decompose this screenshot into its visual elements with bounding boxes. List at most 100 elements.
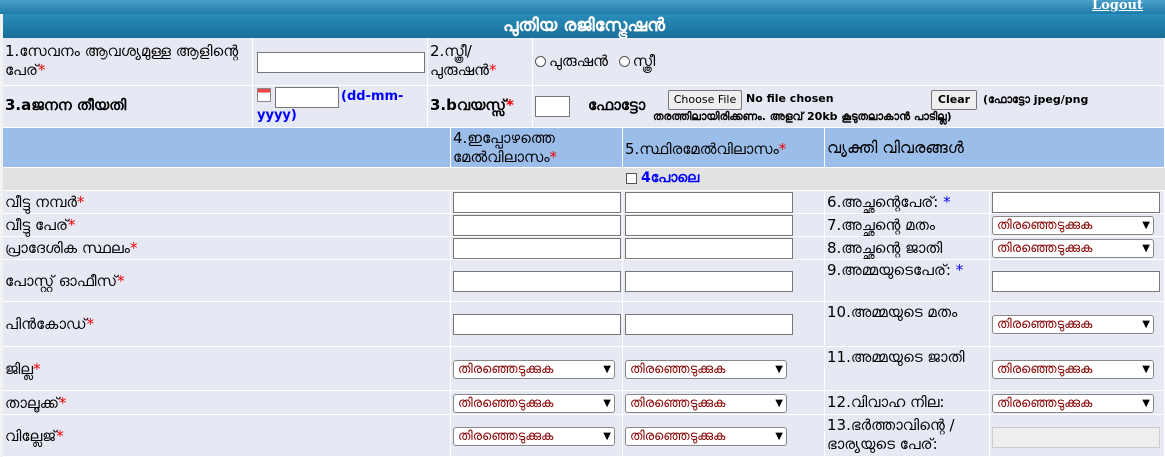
present-address-input[interactable] [453, 192, 621, 213]
select-placeholder: തിരഞ്ഞെടുക്കുക [630, 362, 726, 377]
permanent-address-select[interactable]: തിരഞ്ഞെടുക്കുക ▼ [625, 394, 787, 413]
logout-link[interactable]: Logout [1092, 0, 1143, 13]
personal-select[interactable]: തിരഞ്ഞെടുക്കുക ▼ [992, 394, 1154, 413]
address-row: വീട്ടു പേര്* 7.അച്ഛന്റെ മതം തിരഞ്ഞെടുക്ക… [3, 214, 1165, 237]
personal-label-cell: 7.അച്ഛന്റെ മതം [825, 214, 990, 237]
permanent-address-input[interactable] [625, 271, 793, 292]
personal-input[interactable] [992, 192, 1160, 213]
present-address-cell: തിരഞ്ഞെടുക്കുക ▼ [451, 415, 623, 457]
spouse-name-input [992, 427, 1160, 448]
personal-input[interactable] [992, 271, 1160, 292]
applicant-name-input[interactable] [257, 52, 425, 73]
personal-select[interactable]: തിരഞ്ഞെടുക്കുക ▼ [992, 360, 1154, 379]
chevron-down-icon: ▼ [1142, 243, 1150, 254]
personal-select[interactable]: തിരഞ്ഞെടുക്കുക ▼ [992, 216, 1154, 235]
address-field-label: വീട്ടു നമ്പർ [5, 193, 77, 211]
required-mark: * [955, 261, 964, 279]
permanent-address-cell [623, 260, 825, 302]
permanent-address-cell [623, 302, 825, 347]
address-field-label: വീട്ടു പേര് [5, 216, 68, 234]
required-mark: * [129, 239, 138, 257]
select-placeholder: തിരഞ്ഞെടുക്കുക [458, 362, 554, 377]
photo-note-line2: തരത്തിലായിരിക്കണം. അളവ് 20kb കൂടുതലാകാൻ … [653, 110, 952, 123]
chevron-down-icon: ▼ [603, 364, 611, 375]
present-address-select[interactable]: തിരഞ്ഞെടുക്കുക ▼ [453, 360, 615, 379]
chevron-down-icon: ▼ [775, 364, 783, 375]
personal-field-label: 7.അച്ഛന്റെ മതം [827, 216, 936, 234]
address-row: പിൻകോഡ്* 10.അമ്മയുടെ മതം തിരഞ്ഞെടുക്കുക ▼ [3, 302, 1165, 347]
same-as-cell: 4പോലെ [3, 168, 1165, 191]
required-mark: * [86, 315, 95, 333]
personal-field-label: 8.അച്ഛന്റെ ജാതി [827, 239, 943, 257]
dob-input[interactable] [275, 87, 339, 108]
present-address-select[interactable]: തിരഞ്ഞെടുക്കുക ▼ [453, 427, 615, 446]
required-mark: * [59, 394, 67, 412]
address-label-cell: വീട്ടു പേര്* [3, 214, 451, 237]
select-placeholder: തിരഞ്ഞെടുക്കുക [630, 429, 726, 444]
clear-button[interactable]: Clear [931, 90, 977, 110]
personal-details-label: വ്യക്തി വിവരങ്ങൾ [827, 138, 964, 157]
same-as-checkbox[interactable] [626, 172, 637, 184]
address-label-cell: വില്ലേജ്* [3, 415, 451, 457]
permanent-address-select[interactable]: തിരഞ്ഞെടുക്കുക ▼ [625, 427, 787, 446]
address-row: ജില്ല* തിരഞ്ഞെടുക്കുക ▼ തിരഞ്ഞെടുക്കുക ▼ 11.… [3, 347, 1165, 391]
present-address-input[interactable] [453, 238, 621, 259]
personal-input-cell: തിരഞ്ഞെടുക്കുക ▼ [990, 302, 1165, 347]
required-mark: * [56, 427, 64, 445]
choose-file-button[interactable]: Choose File [668, 90, 742, 110]
female-label: സ്ത്രീ [632, 52, 656, 70]
present-address-input[interactable] [453, 314, 621, 335]
select-placeholder: തിരഞ്ഞെടുക്കുക [997, 241, 1093, 256]
calendar-icon[interactable] [257, 88, 271, 102]
personal-select[interactable]: തിരഞ്ഞെടുക്കുക ▼ [992, 315, 1154, 334]
present-address-cell [451, 214, 623, 237]
present-address-cell [451, 302, 623, 347]
permanent-address-cell: തിരഞ്ഞെടുക്കുക ▼ [623, 347, 825, 391]
address-row: പോസ്റ്റ് ഓഫീസ്* 9.അമ്മയുടെപേര്: * [3, 260, 1165, 302]
no-file-text: No file chosen [746, 92, 834, 105]
permanent-address-input[interactable] [625, 192, 793, 213]
required-mark: * [33, 360, 41, 378]
chevron-down-icon: ▼ [603, 398, 611, 409]
required-mark: * [37, 61, 46, 79]
chevron-down-icon: ▼ [775, 431, 783, 442]
address-field-label: പോസ്റ്റ് ഓഫീസ് [5, 272, 118, 290]
age-input[interactable] [535, 96, 570, 117]
personal-label-cell: 13.ഭർത്താവിന്റെ / ഭാര്യയുടെ പേര്: [825, 415, 990, 457]
permanent-address-input[interactable] [625, 314, 793, 335]
male-radio[interactable] [535, 56, 546, 67]
present-address-cell: തിരഞ്ഞെടുക്കുക ▼ [451, 391, 623, 415]
required-mark: * [76, 193, 85, 211]
personal-input-cell: തിരഞ്ഞെടുക്കുക ▼ [990, 237, 1165, 260]
chevron-down-icon: ▼ [603, 431, 611, 442]
address-label-cell: വീട്ടു നമ്പർ* [3, 191, 451, 214]
permanent-address-input[interactable] [625, 215, 793, 236]
address-label-cell: പിൻകോഡ്* [3, 302, 451, 347]
personal-label-cell: 10.അമ്മയുടെ മതം [825, 302, 990, 347]
column-header-row: 4.ഇപ്പോഴത്തെ മേൽവിലാസം* 5.സ്ഥിരമേൽവിലാസം… [3, 128, 1165, 168]
permanent-address-label: 5.സ്ഥിരമേൽവിലാസം [625, 140, 779, 158]
present-address-select[interactable]: തിരഞ്ഞെടുക്കുക ▼ [453, 394, 615, 413]
gender-label-cell: 2.സ്ത്രീ/ പുരുഷൻ* [428, 38, 533, 86]
personal-label-cell: 8.അച്ഛന്റെ ജാതി [825, 237, 990, 260]
photo-label: ഫോട്ടോ [588, 96, 646, 114]
present-address-input[interactable] [453, 271, 621, 292]
address-row: താലൂക്ക്* തിരഞ്ഞെടുക്കുക ▼ തിരഞ്ഞെടുക്കുക ▼ … [3, 391, 1165, 415]
dob-label-cell: 3.aജനന തീയതി [3, 86, 253, 128]
chevron-down-icon: ▼ [1142, 364, 1150, 375]
permanent-address-select[interactable]: തിരഞ്ഞെടുക്കുക ▼ [625, 360, 787, 379]
address-field-label: ജില്ല [5, 360, 34, 378]
personal-field-label: 6.അച്ഛന്റെപേര്: [827, 193, 939, 211]
male-label: പുരുഷൻ [549, 52, 608, 70]
required-mark: * [67, 216, 76, 234]
personal-input-cell: തിരഞ്ഞെടുക്കുക ▼ [990, 214, 1165, 237]
name-label-cell: 1.സേവനം ആവശ്യമുള്ള ആളിന്റെ പേര്* [3, 38, 253, 86]
personal-select[interactable]: തിരഞ്ഞെടുക്കുക ▼ [992, 239, 1154, 258]
female-radio[interactable] [618, 56, 630, 67]
required-mark: * [488, 61, 497, 79]
personal-field-label: 10.അമ്മയുടെ മതം [827, 303, 958, 321]
present-address-input[interactable] [453, 215, 621, 236]
permanent-address-cell [623, 214, 825, 237]
select-placeholder: തിരഞ്ഞെടുക്കുക [458, 429, 554, 444]
permanent-address-input[interactable] [625, 238, 793, 259]
